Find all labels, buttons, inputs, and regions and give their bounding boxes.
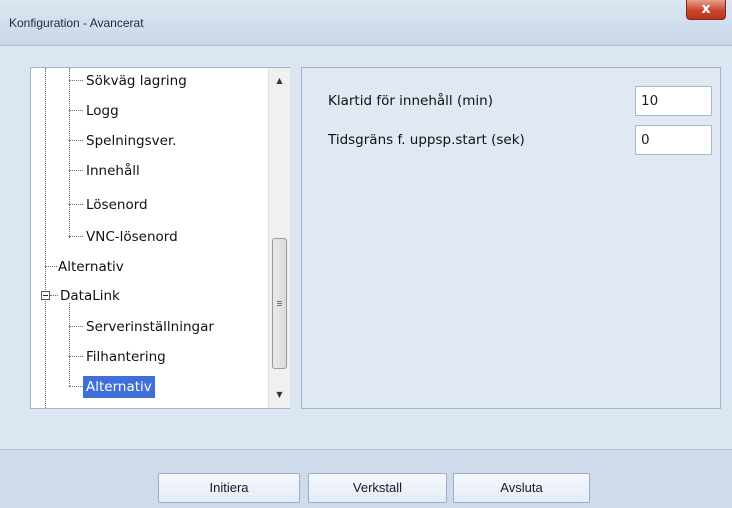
tree-connector xyxy=(69,326,83,327)
tree-item-innehall[interactable]: Innehåll xyxy=(83,160,143,182)
klartid-input[interactable] xyxy=(635,86,712,116)
scroll-up-arrow-icon[interactable]: ▲ xyxy=(269,72,290,89)
tree-item-serverinstallningar[interactable]: Serverinställningar xyxy=(83,316,217,338)
tree-connector xyxy=(69,236,83,237)
tree-item-sokvag-lagring[interactable]: Sökväg lagring xyxy=(83,70,190,92)
tidsgrans-input[interactable] xyxy=(635,125,712,155)
setting-label-klartid: Klartid för innehåll (min) xyxy=(328,93,493,109)
tree-connector xyxy=(69,140,83,141)
tree-connector xyxy=(69,68,70,238)
tree-connector xyxy=(69,80,83,81)
tree-item-vnc-losenord[interactable]: VNC-lösenord xyxy=(83,226,181,248)
verkstall-button[interactable]: Verkstall xyxy=(308,473,447,503)
tree-item-alternativ[interactable]: Alternativ xyxy=(55,256,127,278)
collapse-icon[interactable] xyxy=(41,291,50,300)
close-icon: x xyxy=(701,1,711,17)
tree-item-logg[interactable]: Logg xyxy=(83,100,122,122)
scroll-thumb[interactable] xyxy=(272,238,287,369)
grip-line xyxy=(277,303,282,304)
tree-item-datalink-alternativ[interactable]: Alternativ xyxy=(83,376,155,398)
tree-item-filhantering[interactable]: Filhantering xyxy=(83,346,169,368)
tree-item-spelningsver[interactable]: Spelningsver. xyxy=(83,130,180,152)
close-button[interactable]: x xyxy=(686,0,726,20)
settings-tree: Sökväg lagring Logg Spelningsver. Innehå… xyxy=(30,67,290,409)
grip-line xyxy=(277,305,282,306)
settings-panel: Klartid för innehåll (min) Tidsgräns f. … xyxy=(301,67,721,409)
tree-connector xyxy=(69,110,83,111)
scroll-down-arrow-icon[interactable]: ▼ xyxy=(269,386,290,403)
initiera-button[interactable]: Initiera xyxy=(158,473,300,503)
tree-connector xyxy=(69,170,83,171)
tree-scrollbar[interactable]: ▲ ▼ xyxy=(268,68,290,408)
window-title: Konfiguration - Avancerat xyxy=(9,16,144,30)
tree-connector xyxy=(69,386,83,387)
tree-connector xyxy=(69,303,70,386)
avsluta-button[interactable]: Avsluta xyxy=(453,473,590,503)
tree-connector xyxy=(69,204,83,205)
tree-item-datalink[interactable]: DataLink xyxy=(57,285,123,307)
tree-item-losenord[interactable]: Lösenord xyxy=(83,194,151,216)
grip-line xyxy=(277,301,282,302)
title-bar: Konfiguration - Avancerat x xyxy=(0,0,732,46)
tree-connector xyxy=(69,356,83,357)
tree-connector xyxy=(45,68,46,408)
setting-label-tidsgrans: Tidsgräns f. uppsp.start (sek) xyxy=(328,132,525,148)
